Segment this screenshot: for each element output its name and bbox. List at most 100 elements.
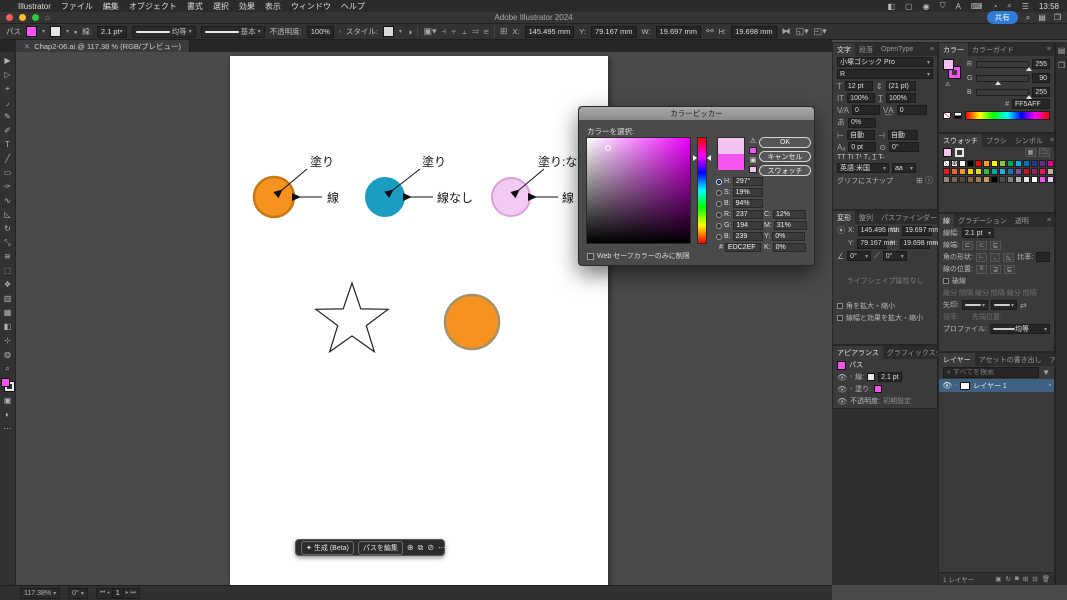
eye-icon[interactable]: 👁 bbox=[837, 397, 847, 406]
tool-button[interactable]: T bbox=[1, 138, 15, 151]
tab-stroke[interactable]: 線 bbox=[939, 214, 954, 227]
menubar-status-icon[interactable]: ◧ bbox=[887, 2, 895, 11]
chevron-down-icon[interactable]: ▾ bbox=[42, 28, 45, 35]
taskbar-icon[interactable]: ⊘ bbox=[427, 543, 434, 552]
bw-swatch[interactable] bbox=[954, 112, 962, 119]
layers-footer-icon[interactable]: ▣ bbox=[995, 575, 1001, 583]
tab-swatches[interactable]: スウォッチ bbox=[939, 134, 982, 147]
menu-item[interactable]: 編集 bbox=[103, 1, 119, 12]
tab-appearance[interactable]: アピアランス bbox=[833, 346, 883, 359]
tool-button[interactable]: ⬚ bbox=[1, 264, 15, 277]
h-field[interactable]: 19.698 mm bbox=[731, 26, 777, 38]
swatch[interactable] bbox=[967, 160, 974, 167]
star-shape[interactable] bbox=[316, 283, 388, 352]
menubar-status-icon[interactable]: ▢ bbox=[905, 2, 913, 11]
h-radio[interactable] bbox=[716, 179, 722, 185]
target-circle-icon[interactable]: ◦ bbox=[1049, 382, 1051, 389]
font-family-select[interactable]: 小塚ゴシック Pro▾ bbox=[837, 57, 933, 67]
swatch[interactable] bbox=[943, 176, 950, 183]
pink-circle[interactable] bbox=[492, 178, 530, 216]
transform-grid-icon[interactable]: ⊞ bbox=[500, 26, 508, 37]
swatch[interactable] bbox=[951, 176, 958, 183]
channel-slider[interactable] bbox=[976, 61, 1029, 68]
b-radio[interactable] bbox=[716, 201, 722, 207]
tsume-field[interactable]: 0% bbox=[848, 118, 876, 128]
opacity-field[interactable]: 100% bbox=[307, 26, 334, 38]
swatch[interactable] bbox=[1007, 160, 1014, 167]
tool-button[interactable]: ≋ bbox=[1, 250, 15, 263]
align-left-icon[interactable]: ⫞ bbox=[442, 26, 447, 37]
menubar-status-icon[interactable]: A bbox=[956, 2, 961, 11]
eye-icon[interactable]: 👁 bbox=[837, 385, 847, 394]
stroke-weight-field[interactable]: 2.1 pt▾ bbox=[97, 26, 127, 38]
home-icon[interactable]: ⌂ bbox=[45, 13, 50, 22]
swatch-group-icon[interactable]: 🗀 bbox=[1039, 148, 1050, 157]
g-field[interactable]: 194 bbox=[733, 221, 763, 230]
join-round-button[interactable]: ◟ bbox=[990, 253, 1001, 262]
swatch[interactable] bbox=[991, 176, 998, 183]
w-field[interactable]: 19.697 mm bbox=[656, 26, 702, 38]
cap-projecting-button[interactable]: ⊑ bbox=[990, 241, 1001, 250]
tab-pathfinder[interactable]: パスファインダー bbox=[877, 211, 941, 224]
swatch[interactable] bbox=[951, 168, 958, 175]
swatch[interactable] bbox=[1023, 160, 1030, 167]
drawing-mode-button[interactable]: ▣ bbox=[1, 394, 15, 407]
web-warning-icon[interactable]: ▣ bbox=[750, 156, 757, 164]
scale-corners-checkbox[interactable] bbox=[837, 303, 843, 309]
swatch[interactable] bbox=[1039, 160, 1046, 167]
swatch[interactable] bbox=[975, 160, 982, 167]
swatch[interactable] bbox=[967, 176, 974, 183]
swatch[interactable] bbox=[967, 168, 974, 175]
filter-icon[interactable]: ▼ bbox=[1042, 368, 1050, 377]
fill-color-swatch[interactable] bbox=[26, 26, 37, 37]
cap-round-button[interactable]: ⊂ bbox=[976, 241, 987, 250]
font-style-select[interactable]: R▾ bbox=[837, 69, 933, 79]
eye-icon[interactable]: 👁 bbox=[837, 373, 847, 382]
antialias-select[interactable]: aa▾ bbox=[892, 163, 916, 173]
gamut-warning-icon[interactable]: ⚠ bbox=[750, 137, 756, 145]
channel-slider[interactable] bbox=[976, 75, 1029, 82]
tab-align[interactable]: 整列 bbox=[855, 211, 877, 224]
arrow-end-select[interactable]: ▾ bbox=[991, 300, 1017, 310]
swatch[interactable] bbox=[975, 168, 982, 175]
web-safe-checkbox[interactable] bbox=[587, 253, 594, 260]
char-rotate-field[interactable]: 0° bbox=[889, 142, 919, 152]
swatch[interactable] bbox=[1039, 176, 1046, 183]
align-center-button[interactable]: ≡ bbox=[976, 265, 987, 274]
reference-point-widget[interactable]: ⦿ bbox=[837, 225, 845, 236]
workspace-icon[interactable]: ▤ bbox=[1038, 13, 1046, 22]
transform-x-field[interactable]: 145.495 mm bbox=[858, 226, 888, 236]
tab-color-guide[interactable]: カラーガイド bbox=[968, 43, 1018, 56]
recolor-artwork-icon[interactable]: ◑ bbox=[407, 27, 412, 37]
gamut-warning-icon[interactable]: ⚠ bbox=[945, 81, 950, 88]
gamut-swatch[interactable] bbox=[749, 147, 757, 154]
color-spectrum-bar[interactable] bbox=[965, 111, 1050, 120]
tool-button[interactable]: ▷ bbox=[1, 68, 15, 81]
layers-footer-icon[interactable]: ⊞ bbox=[1023, 575, 1028, 583]
swatch-none[interactable] bbox=[943, 160, 950, 167]
tool-button[interactable]: ✐ bbox=[1, 124, 15, 137]
swatch[interactable] bbox=[983, 160, 990, 167]
tab-transparency[interactable]: 透明 bbox=[1011, 214, 1033, 227]
y-field[interactable]: 0% bbox=[772, 232, 805, 241]
tool-button[interactable]: ◺ bbox=[1, 208, 15, 221]
rotation-select[interactable]: 0°▾ bbox=[68, 588, 88, 599]
artboard-navigation[interactable]: ⏮ ◂1▸ ⏭ bbox=[96, 588, 140, 599]
distribute-icon[interactable]: ⫤ bbox=[472, 26, 479, 37]
menu-item[interactable]: ファイル bbox=[61, 1, 93, 12]
menu-item[interactable]: 書式 bbox=[187, 1, 203, 12]
link-dimensions-icon[interactable]: ⚯ bbox=[706, 26, 714, 37]
menu-item[interactable]: 表示 bbox=[265, 1, 281, 12]
c-field[interactable]: 12% bbox=[773, 210, 806, 219]
b2-field[interactable]: 239 bbox=[733, 232, 763, 241]
menubar-status-icon[interactable]: ◔ bbox=[992, 2, 997, 11]
menubar-status-icon[interactable]: ☰ bbox=[1022, 2, 1029, 11]
align-inside-button[interactable]: ⊒ bbox=[990, 265, 1001, 274]
swatch[interactable] bbox=[999, 160, 1006, 167]
swatch[interactable] bbox=[1023, 176, 1030, 183]
tool-button[interactable]: ◍ bbox=[1, 348, 15, 361]
swatch[interactable] bbox=[959, 168, 966, 175]
hue-marker-left[interactable] bbox=[693, 155, 697, 161]
swatch[interactable] bbox=[1015, 176, 1022, 183]
chevron-down-icon[interactable]: ▾ bbox=[66, 28, 69, 35]
